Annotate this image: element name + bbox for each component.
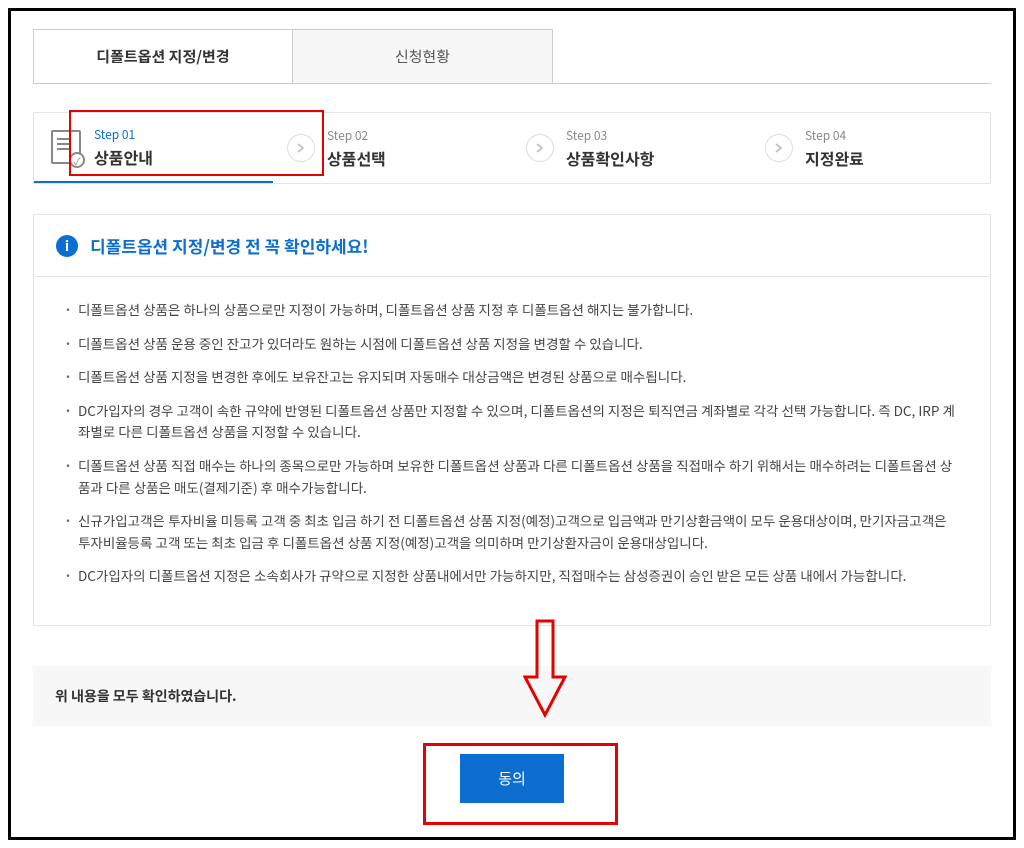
step-label: Step 02 (327, 127, 386, 144)
list-item: 디폴트옵션 상품 직접 매수는 하나의 종목으로만 가능하며 보유한 디폴트옵션… (64, 455, 960, 498)
list-item: DC가입자의 경우 고객이 속한 규약에 반영된 디폴트옵션 상품만 지정할 수… (64, 400, 960, 443)
confirm-bar: 위 내용을 모두 확인하였습니다. (33, 666, 991, 726)
notice-title: 디폴트옵션 지정/변경 전 꼭 확인하세요! (90, 233, 369, 258)
notice-box: i 디폴트옵션 지정/변경 전 꼭 확인하세요! 디폴트옵션 상품은 하나의 상… (33, 214, 991, 626)
tabs: 디폴트옵션 지정/변경 신청현황 (33, 29, 991, 84)
tab-default-option[interactable]: 디폴트옵션 지정/변경 (33, 29, 293, 83)
step-3[interactable]: Step 03 상품확인사항 (512, 113, 751, 183)
step-label: Step 04 (805, 127, 864, 144)
step-4[interactable]: Step 04 지정완료 (751, 113, 990, 183)
chevron-right-icon (526, 134, 554, 162)
list-item: 디폴트옵션 상품은 하나의 상품으로만 지정이 가능하며, 디폴트옵션 상품 지… (64, 299, 960, 321)
tab-apply-status[interactable]: 신청현황 (293, 29, 553, 83)
document-check-icon: ✓ (48, 129, 84, 165)
list-item: 신규가입고객은 투자비율 미등록 고객 중 최초 입금 하기 전 디폴트옵션 상… (64, 510, 960, 553)
notice-list: 디폴트옵션 상품은 하나의 상품으로만 지정이 가능하며, 디폴트옵션 상품 지… (34, 277, 990, 625)
step-title: 상품선택 (327, 146, 386, 170)
tab-label: 디폴트옵션 지정/변경 (96, 46, 229, 67)
step-title: 상품안내 (94, 145, 153, 169)
list-item: 디폴트옵션 상품 지정을 변경한 후에도 보유잔고는 유지되며 자동매수 대상금… (64, 366, 960, 388)
list-item: DC가입자의 디폴트옵션 지정은 소속회사가 규약으로 지정한 상품내에서만 가… (64, 565, 960, 587)
list-item: 디폴트옵션 상품 운용 중인 잔고가 있더라도 원하는 시점에 디폴트옵션 상품… (64, 333, 960, 355)
agree-button[interactable]: 동의 (460, 754, 564, 803)
chevron-right-icon (765, 134, 793, 162)
step-progress: ✓ Step 01 상품안내 Step 02 상품선택 (33, 112, 991, 184)
step-label: Step 03 (566, 127, 654, 144)
step-title: 지정완료 (805, 146, 864, 170)
notice-header: i 디폴트옵션 지정/변경 전 꼭 확인하세요! (34, 215, 990, 277)
info-icon: i (56, 235, 78, 257)
chevron-right-icon (287, 134, 315, 162)
step-2[interactable]: Step 02 상품선택 (273, 113, 512, 183)
step-title: 상품확인사항 (566, 146, 654, 170)
step-1[interactable]: ✓ Step 01 상품안내 (34, 113, 273, 183)
step-label: Step 01 (94, 126, 153, 143)
confirm-text: 위 내용을 모두 확인하였습니다. (55, 686, 237, 706)
tab-label: 신청현황 (395, 46, 450, 67)
